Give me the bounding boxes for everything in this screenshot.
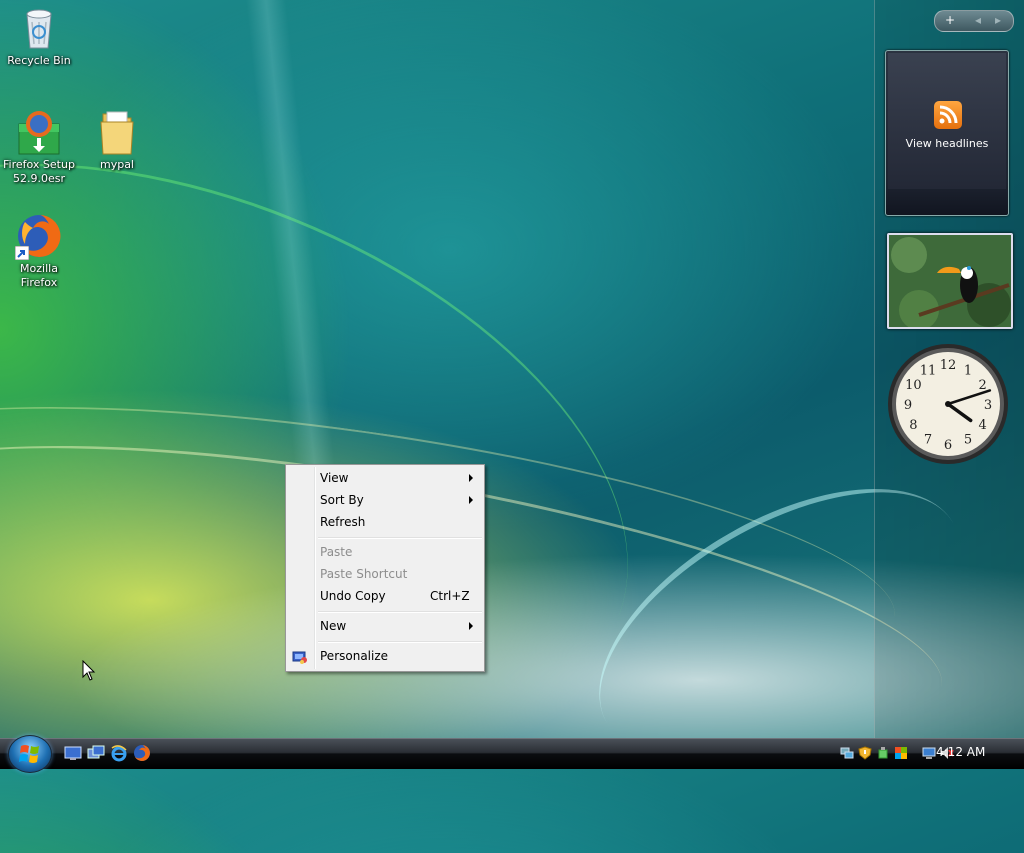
slideshow-gadget[interactable] — [887, 233, 1013, 329]
clock-numeral: 12 — [940, 358, 957, 373]
wallpaper-light-beam — [243, 0, 337, 481]
clock-numeral: 8 — [909, 418, 917, 433]
sidebar-controls: + ◂ ▸ — [934, 10, 1014, 32]
windows-logo-icon — [19, 745, 39, 763]
installer-icon — [15, 108, 63, 156]
shortcut-arrow-icon — [15, 246, 29, 260]
clock-numeral: 1 — [964, 363, 972, 378]
desktop-icon-label: Firefox Setup 52.9.0esr — [3, 158, 75, 185]
clock-numeral: 10 — [905, 378, 922, 393]
mouse-pointer-icon — [82, 660, 96, 681]
windows-update-icon[interactable] — [894, 746, 908, 760]
display-icon[interactable] — [922, 746, 936, 760]
recycle-bin-icon — [15, 4, 63, 52]
menu-item-paste[interactable]: Paste — [320, 545, 352, 559]
menu-shortcut-ctrl-z: Ctrl+Z — [430, 589, 470, 603]
clock-numeral: 9 — [904, 398, 912, 413]
menu-item-personalize[interactable]: Personalize — [320, 649, 388, 663]
safely-remove-icon[interactable] — [876, 746, 890, 760]
clock-numeral: 5 — [964, 433, 972, 448]
menu-icon-gutter — [314, 467, 316, 669]
clock-numeral: 6 — [944, 438, 952, 453]
menu-item-refresh[interactable]: Refresh — [320, 515, 365, 529]
clock-face: 1234567891011 12 — [888, 344, 1008, 464]
start-button[interactable] — [8, 735, 52, 773]
system-tray — [836, 741, 1024, 767]
menu-item-new[interactable]: New — [320, 619, 346, 633]
desktop-icon-mozilla-firefox[interactable]: Mozilla Firefox — [2, 212, 76, 290]
security-icon[interactable] — [858, 746, 872, 760]
menu-item-sort-by[interactable]: Sort By — [320, 493, 364, 507]
switch-windows-icon[interactable] — [87, 744, 105, 762]
clock-time[interactable]: 4:12 AM — [936, 745, 985, 759]
submenu-arrow-icon — [469, 474, 473, 482]
desktop-icon-mypal[interactable]: mypal — [80, 108, 154, 172]
clock-numeral: 3 — [984, 398, 992, 413]
next-page-button[interactable]: ▸ — [995, 13, 1001, 27]
menu-separator — [318, 537, 482, 539]
submenu-arrow-icon — [469, 622, 473, 630]
menu-separator — [318, 611, 482, 613]
toucan-photo — [889, 235, 1011, 327]
menu-item-undo-copy[interactable]: Undo Copy — [320, 589, 386, 603]
submenu-arrow-icon — [469, 496, 473, 504]
desktop-icon-recycle-bin[interactable]: Recycle Bin — [2, 4, 76, 68]
desktop-icon-label: Recycle Bin — [7, 54, 71, 67]
desktop-icon-firefox-setup[interactable]: Firefox Setup 52.9.0esr — [2, 108, 76, 186]
clock-numeral: 4 — [979, 418, 987, 433]
add-gadget-button[interactable]: + — [945, 13, 955, 27]
desktop-icon-label: mypal — [99, 158, 134, 171]
menu-item-paste-shortcut[interactable]: Paste Shortcut — [320, 567, 407, 581]
previous-page-button[interactable]: ◂ — [975, 13, 981, 27]
view-headlines-link[interactable]: View headlines — [886, 137, 1008, 150]
feed-headlines-gadget[interactable]: View headlines — [885, 50, 1009, 216]
desktop-context-menu: View Sort By Refresh Paste Paste Shortcu… — [285, 464, 485, 672]
firefox-icon — [15, 212, 63, 260]
show-desktop-icon[interactable] — [64, 744, 82, 762]
internet-explorer-icon[interactable] — [110, 744, 128, 762]
clock-numeral: 7 — [924, 433, 932, 448]
network-icon[interactable] — [840, 746, 854, 760]
desktop-icon-label: Mozilla Firefox — [20, 262, 58, 289]
personalize-icon — [292, 649, 308, 665]
firefox-icon[interactable] — [133, 744, 151, 762]
folder-icon — [93, 108, 141, 156]
rss-icon — [934, 101, 962, 129]
menu-separator — [318, 641, 482, 643]
clock-numeral: 11 — [920, 363, 937, 378]
clock-gadget[interactable]: 1 2 3 4 5 6 7 8 9 10 11 12 — [886, 342, 1010, 466]
menu-item-view[interactable]: View — [320, 471, 348, 485]
